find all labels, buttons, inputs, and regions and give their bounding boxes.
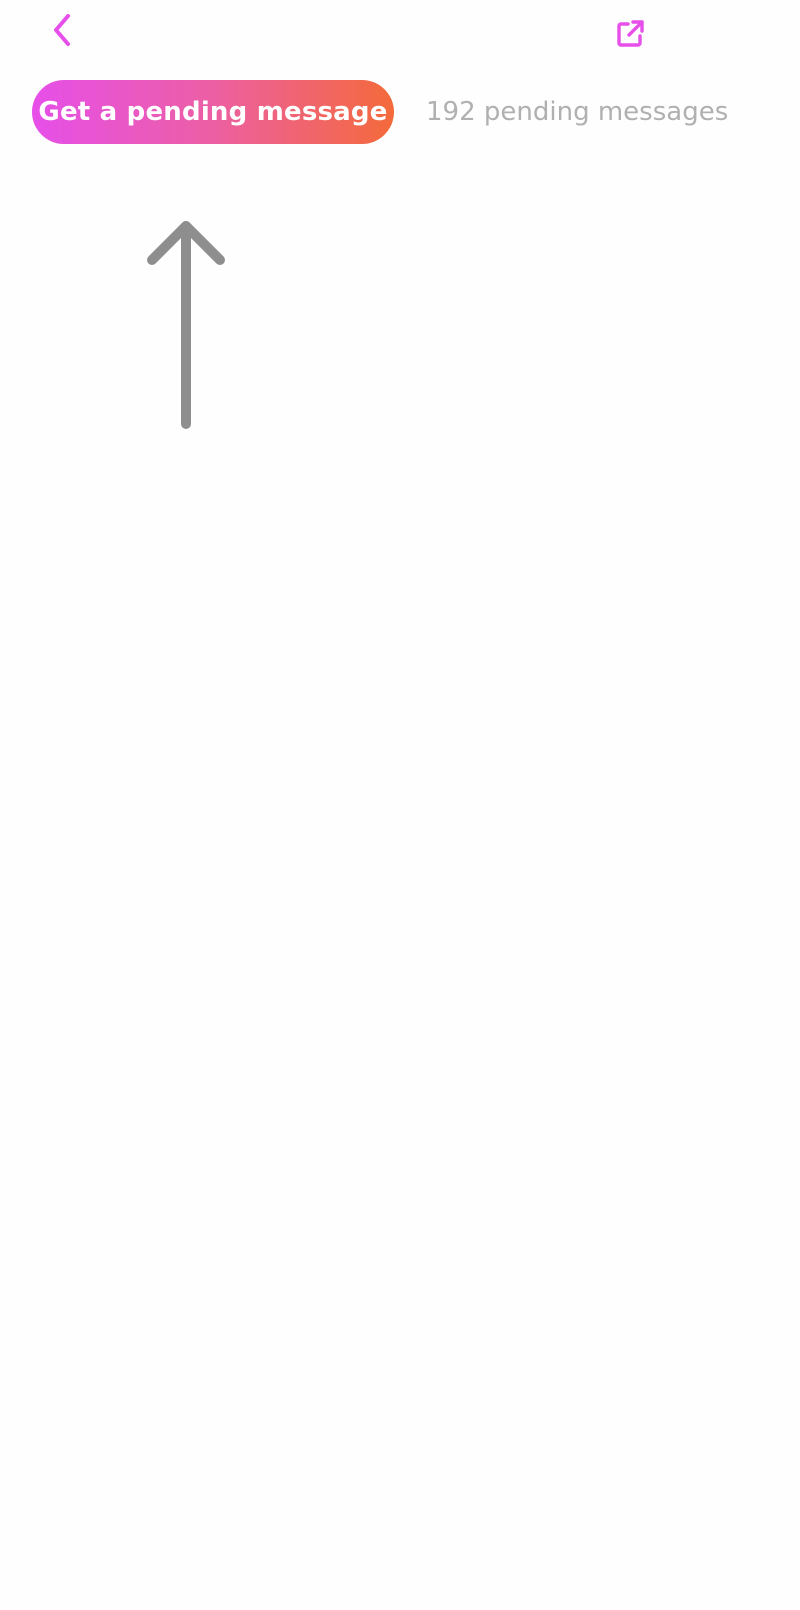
chevron-left-icon bbox=[50, 12, 74, 52]
external-link-icon bbox=[614, 18, 646, 54]
get-pending-message-button[interactable]: Get a pending message bbox=[32, 80, 394, 144]
pending-messages-count: 192 pending messages bbox=[426, 97, 729, 127]
share-button[interactable] bbox=[606, 12, 654, 60]
arrow-up-icon bbox=[146, 218, 234, 434]
pending-messages-screen: Get a pending message 192 pending messag… bbox=[0, 0, 800, 1610]
back-button[interactable] bbox=[40, 8, 84, 56]
pending-action-row: Get a pending message 192 pending messag… bbox=[32, 80, 728, 144]
